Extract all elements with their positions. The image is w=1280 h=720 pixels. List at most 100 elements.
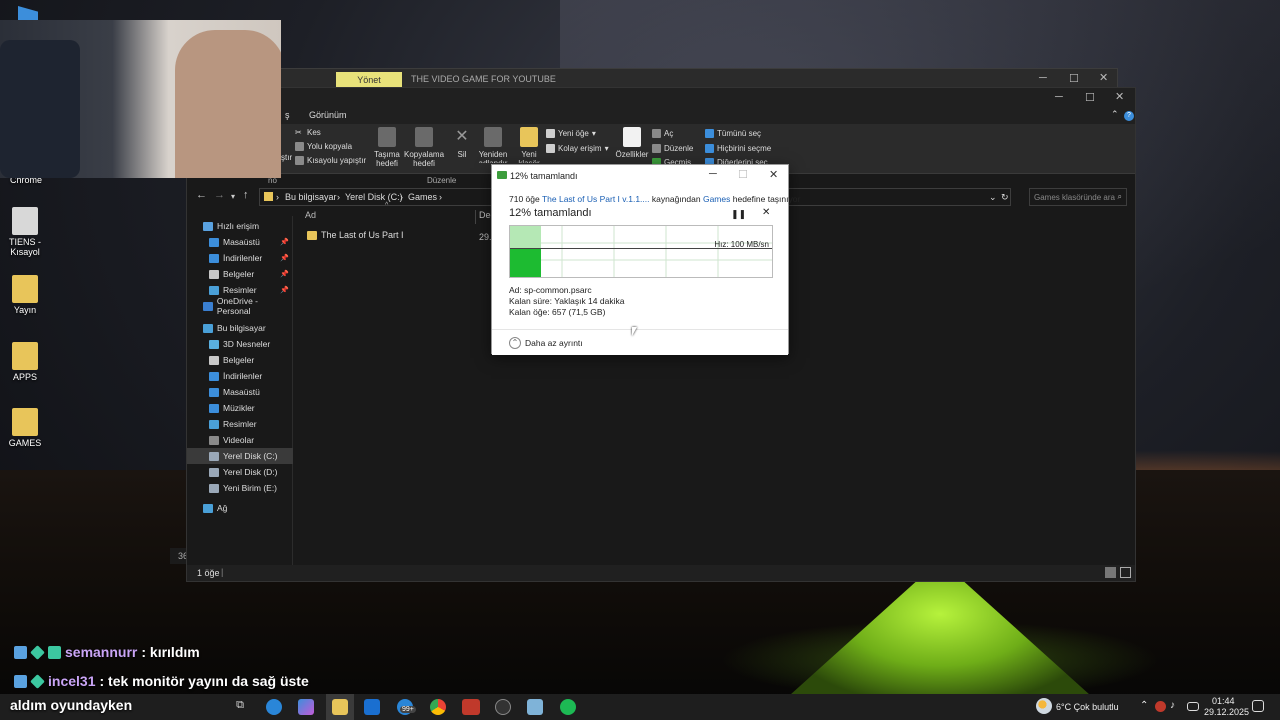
forward-arrow-icon[interactable]: →	[214, 189, 225, 201]
open-button[interactable]: Aç	[652, 129, 673, 138]
notes-app-icon[interactable]	[527, 699, 543, 715]
copilot-icon[interactable]	[298, 699, 314, 715]
nav-item[interactable]: İndirilenler 📌	[187, 250, 293, 266]
network-icon[interactable]	[1187, 702, 1199, 711]
nav-item[interactable]: Belgeler 📌	[187, 266, 293, 282]
less-details-label: Daha az ayrıntı	[525, 338, 583, 348]
delete-button[interactable]: ✕ Sil	[453, 127, 471, 159]
large-icons-view-icon[interactable]	[1120, 567, 1131, 578]
details-view-icon[interactable]	[1105, 567, 1116, 578]
back-arrow-icon[interactable]: ←	[196, 189, 207, 201]
nav-item[interactable]: Yerel Disk (C:)	[187, 448, 293, 464]
ribbon-collapse-icon[interactable]: ⌃	[1111, 109, 1119, 120]
source-link[interactable]: The Last of Us Part I v.1.1....	[542, 194, 650, 204]
desktop-icon-apps[interactable]: APPS	[0, 342, 53, 382]
outlook-icon[interactable]	[364, 699, 380, 715]
select-none-button[interactable]: Hiçbirini seçme	[705, 144, 771, 153]
nav-item-label: 3D Nesneler	[223, 339, 271, 349]
nav-item[interactable]: Müzikler	[187, 400, 293, 416]
nav-item[interactable]: Videolar	[187, 432, 293, 448]
rename-button[interactable]: Yeniden adlandır	[476, 127, 510, 163]
nav-item[interactable]: Belgeler	[187, 352, 293, 368]
spotify-icon[interactable]	[560, 699, 576, 715]
copy-to-button[interactable]: Kopyalama hedefi	[404, 127, 444, 168]
notifications-icon[interactable]	[1252, 700, 1264, 712]
move-to-button[interactable]: Taşıma hedefi	[371, 127, 403, 168]
maximize-icon[interactable]: ☐	[1069, 72, 1079, 85]
chevron-up-icon[interactable]: ⌃	[1140, 700, 1148, 711]
clock-time[interactable]: 01:44	[1212, 696, 1235, 706]
desktop-icon-tiens[interactable]: TIENS - Kısayol	[0, 207, 53, 257]
edit-icon	[652, 144, 661, 153]
chat-badge-icon	[30, 644, 45, 660]
tray-app-icon[interactable]	[1155, 701, 1166, 712]
title-bar[interactable]: ─ ☐ ✕	[187, 88, 1135, 108]
nav-item[interactable]: Yerel Disk (D:)	[187, 464, 293, 480]
less-details-button[interactable]: ⌃ Daha az ayrıntı	[509, 337, 583, 349]
column-header-name[interactable]: Ad	[305, 210, 316, 220]
chat-badge-icon	[48, 645, 61, 659]
search-input[interactable]: Games klasöründe ara ⌕	[1029, 188, 1127, 206]
desktop-recycle-icon[interactable]	[18, 6, 38, 20]
cancel-icon[interactable]: ✕	[762, 207, 770, 218]
nav-item[interactable]: Resimler	[187, 416, 293, 432]
status-divider: |	[221, 567, 224, 577]
close-icon[interactable]: ✕	[769, 168, 778, 181]
nav-item[interactable]: Yeni Birim (E:)	[187, 480, 293, 496]
desktop-icon-games[interactable]: GAMES	[0, 408, 53, 448]
pause-icon[interactable]: ❚❚	[731, 209, 746, 220]
new-item-button[interactable]: Yeni öğe ▾	[546, 129, 596, 138]
task-view-icon[interactable]: ⧉	[232, 699, 248, 715]
tab-share[interactable]: ş	[285, 110, 290, 120]
edge-icon[interactable]	[266, 699, 282, 715]
copy-progress-dialog[interactable]: 12% tamamlandı ─ ☐ ✕ 710 öğe The Last of…	[491, 164, 800, 355]
minimize-icon[interactable]: ─	[1055, 91, 1063, 103]
nav-item[interactable]: Bu bilgisayar	[187, 320, 293, 336]
nav-item[interactable]: Hızlı erişim	[187, 218, 293, 234]
select-all-button[interactable]: Tümünü seç	[705, 129, 761, 138]
file-explorer-icon[interactable]	[332, 699, 348, 715]
nav-item[interactable]: Masaüstü 📌	[187, 234, 293, 250]
chrome-icon[interactable]	[430, 699, 446, 715]
obs-icon[interactable]	[495, 699, 511, 715]
minimize-icon[interactable]: ─	[1039, 72, 1047, 84]
address-dropdown-icon[interactable]: ⌄	[989, 192, 997, 203]
properties-button[interactable]: Özellikler	[615, 127, 649, 163]
maximize-icon[interactable]: ☐	[1085, 91, 1095, 104]
close-icon[interactable]: ✕	[1099, 71, 1108, 84]
close-icon[interactable]: ✕	[1115, 90, 1124, 103]
voicemeeter-icon[interactable]	[462, 699, 480, 715]
desktop-icon-yayin[interactable]: Yayın	[0, 275, 53, 315]
minimize-icon[interactable]: ─	[709, 168, 717, 180]
weather-text[interactable]: 6°C Çok bulutlu	[1056, 702, 1119, 712]
nav-item[interactable]: 3D Nesneler	[187, 336, 293, 352]
breadcrumb-this-pc[interactable]: Bu bilgisayar	[285, 192, 337, 202]
recent-locations-icon[interactable]: ▾	[231, 192, 235, 201]
refresh-icon[interactable]: ↻	[1001, 192, 1009, 203]
nav-item[interactable]: İndirilenler	[187, 368, 293, 384]
easy-access-button[interactable]: Kolay erişim ▾	[546, 144, 609, 153]
paste-button[interactable]: ştır	[281, 153, 292, 162]
tab-manage[interactable]: Yönet	[336, 72, 402, 88]
column-divider[interactable]	[475, 210, 476, 224]
transfer-text: hedefine taşınıyor	[732, 194, 801, 204]
destination-link[interactable]: Games	[703, 194, 730, 204]
list-item[interactable]: The Last of Us Part I	[307, 230, 404, 240]
new-folder-button[interactable]: Yeni klasör	[517, 127, 541, 163]
weather-icon[interactable]	[1036, 698, 1052, 714]
help-icon[interactable]: ?	[1124, 111, 1134, 121]
edit-button[interactable]: Düzenle	[652, 144, 693, 153]
paste-shortcut-button[interactable]: Kısayolu yapıştır	[295, 156, 366, 165]
volume-icon[interactable]: ♪	[1170, 700, 1175, 711]
nav-item[interactable]: Masaüstü	[187, 384, 293, 400]
breadcrumb-local-disk-c[interactable]: Yerel Disk (C:)	[345, 192, 403, 202]
up-arrow-icon[interactable]: ↑	[243, 189, 249, 201]
cut-button[interactable]: ✂ Kes	[295, 128, 321, 137]
copy-path-button[interactable]: Yolu kopyala	[295, 142, 352, 151]
nav-item[interactable]: Ağ	[187, 500, 293, 516]
nav-item[interactable]: OneDrive - Personal	[187, 296, 293, 316]
tab-view[interactable]: Görünüm	[309, 110, 347, 120]
breadcrumb-games[interactable]: Games	[408, 192, 437, 202]
breadcrumb-separator-icon: ›	[400, 192, 403, 202]
clock-date[interactable]: 29.12.2025	[1204, 707, 1249, 717]
